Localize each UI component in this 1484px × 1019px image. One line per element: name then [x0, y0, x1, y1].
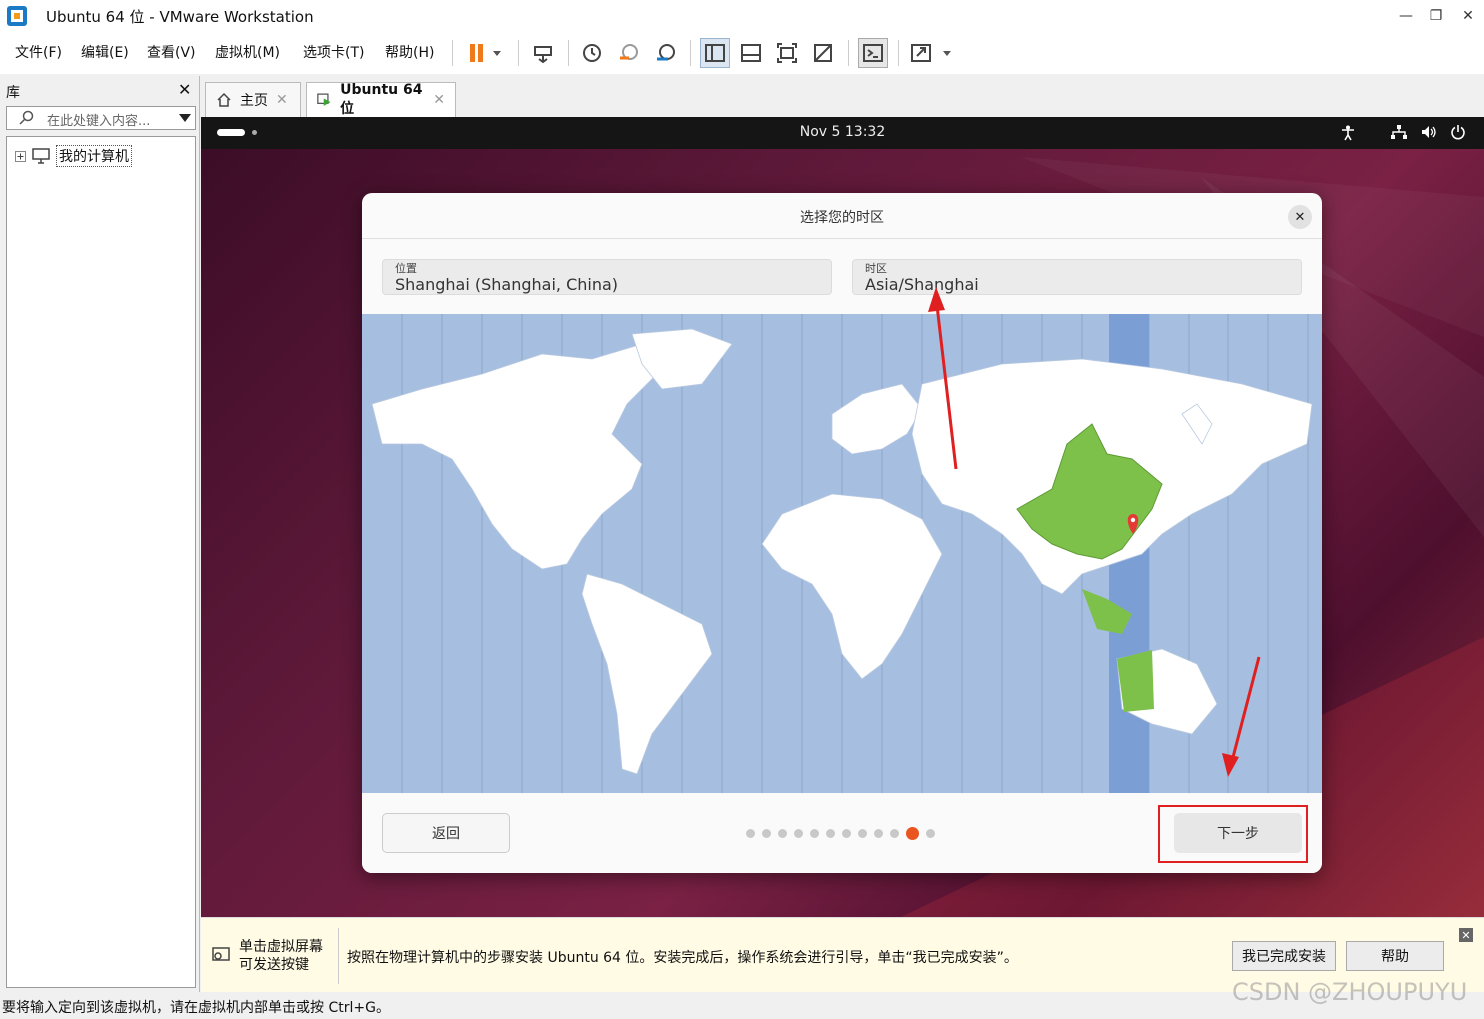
library-pane: 库 ✕ 在此处键入内容... 我的计算机: [0, 76, 200, 992]
pause-icon: [470, 44, 501, 62]
tab-ubuntu-vm[interactable]: Ubuntu 64 位 ✕: [306, 82, 456, 117]
home-icon: [217, 92, 231, 107]
library-tree: 我的计算机: [6, 136, 196, 988]
library-close-button[interactable]: ✕: [178, 80, 191, 99]
revert-icon: [620, 44, 638, 60]
annotation-arrows: [928, 287, 1261, 777]
status-text: 要将输入定向到该虚拟机，请在虚拟机内部单击或按 Ctrl+G。: [2, 1000, 390, 1016]
tab-home-close-icon[interactable]: ✕: [276, 92, 288, 108]
toolbar-divider: [518, 40, 519, 66]
watermark: CSDN @ZHOUPUYU: [1232, 978, 1468, 1006]
snapshot-button[interactable]: [577, 38, 607, 68]
click-hint-text: 单击虚拟屏幕 可发送按键: [239, 939, 323, 973]
tab-home-label: 主页: [240, 93, 268, 109]
fullscreen-icon: [777, 43, 797, 63]
minimize-button[interactable]: —: [1390, 0, 1422, 32]
tab-ubuntu-label: Ubuntu 64 位: [340, 82, 423, 117]
vmware-logo-icon: [7, 6, 27, 26]
snapshot-manager-button[interactable]: [651, 38, 681, 68]
send-ctrl-alt-del-button[interactable]: [528, 38, 558, 68]
tree-item-my-computer[interactable]: 我的计算机: [15, 145, 132, 167]
clock-snapshot-icon: [583, 44, 601, 62]
tree-item-label: 我的计算机: [56, 145, 132, 167]
info-divider: [338, 928, 339, 984]
menu-edit[interactable]: 编辑(E): [81, 42, 129, 62]
menu-help[interactable]: 帮助(H): [385, 42, 434, 62]
restore-button[interactable]: ❐: [1420, 0, 1452, 32]
vm-screen[interactable]: Nov 5 13:32 选择您的时区 ✕ 位置 Shanghai (Shangh…: [201, 117, 1484, 917]
toolbar-divider: [898, 40, 899, 66]
click-hint-icon: [212, 947, 230, 961]
stretch-icon: [911, 44, 951, 62]
library-search-input[interactable]: 在此处键入内容...: [6, 106, 196, 130]
toolbar-divider: [452, 40, 453, 66]
menu-file[interactable]: 文件(F): [15, 42, 62, 62]
search-icon: [19, 110, 34, 125]
pause-button[interactable]: [462, 38, 506, 68]
title-bar: Ubuntu 64 位 - VMware Workstation — ❐ ✕: [0, 0, 1484, 32]
revert-snapshot-button[interactable]: [614, 38, 644, 68]
install-instructions: 按照在物理计算机中的步骤安装 Ubuntu 64 位。安装完成后，操作系统会进行…: [347, 950, 1018, 966]
menu-tabs[interactable]: 选项卡(T): [303, 42, 364, 62]
stretch-guest-button[interactable]: [908, 38, 956, 68]
menu-view[interactable]: 查看(V): [147, 42, 196, 62]
help-button[interactable]: 帮助: [1346, 941, 1444, 971]
finish-install-button[interactable]: 我已完成安装: [1232, 941, 1336, 971]
snapshot-manager-icon: [657, 44, 675, 61]
library-search-placeholder: 在此处键入内容...: [47, 114, 151, 129]
keyboard-send-icon: [534, 46, 552, 64]
dropdown-arrow-icon[interactable]: [179, 114, 191, 122]
tab-bar: 主页 ✕ Ubuntu 64 位 ✕: [201, 76, 1484, 117]
info-bar-close-button[interactable]: ✕: [1459, 928, 1473, 942]
menu-toolbar: 文件(F) 编辑(E) 查看(V) 虚拟机(M) 选项卡(T) 帮助(H): [0, 32, 1484, 74]
toolbar-divider: [568, 40, 569, 66]
close-window-button[interactable]: ✕: [1452, 0, 1484, 32]
terminal-icon: [863, 44, 883, 62]
fullscreen-button[interactable]: [772, 38, 802, 68]
library-title: 库: [6, 85, 20, 101]
menu-vm[interactable]: 虚拟机(M): [215, 42, 280, 62]
toolbar-divider: [848, 40, 849, 66]
vm-running-icon: [317, 93, 331, 106]
window-title: Ubuntu 64 位 - VMware Workstation: [46, 8, 314, 26]
thumbnail-bar-button[interactable]: [736, 38, 766, 68]
unity-button[interactable]: [808, 38, 838, 68]
tab-home[interactable]: 主页 ✕: [205, 82, 301, 117]
expand-icon[interactable]: [15, 150, 26, 162]
computer-icon: [32, 148, 50, 164]
console-view-button[interactable]: [858, 38, 888, 68]
thumbnail-view-icon: [741, 44, 761, 62]
show-library-button[interactable]: [700, 38, 730, 68]
toolbar-divider: [690, 40, 691, 66]
tab-ubuntu-close-icon[interactable]: ✕: [433, 92, 445, 108]
unity-icon: [814, 44, 832, 62]
library-view-icon: [705, 44, 725, 62]
